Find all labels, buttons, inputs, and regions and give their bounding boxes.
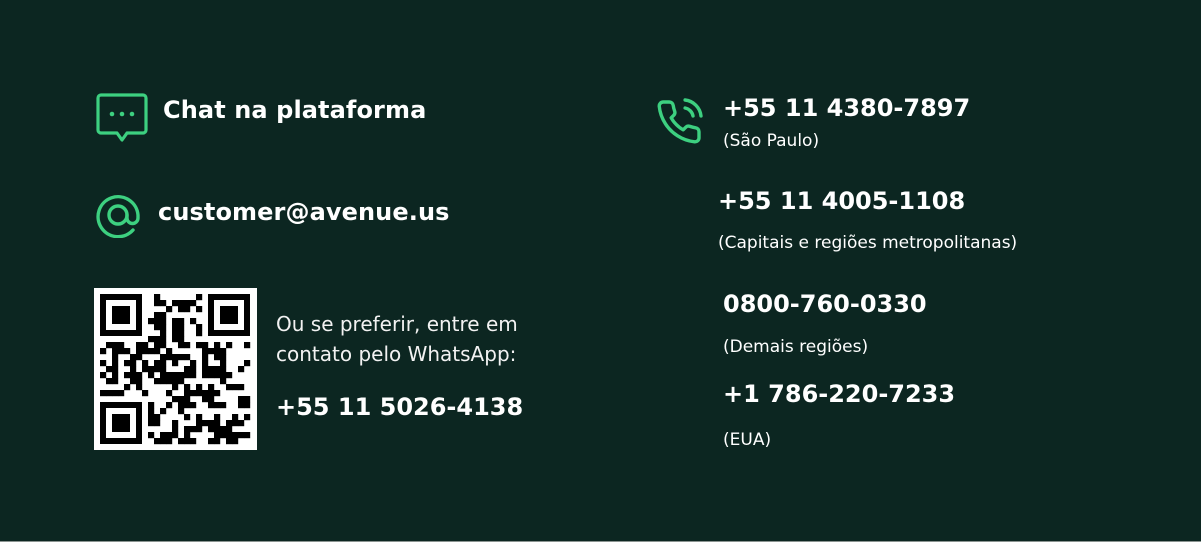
qr-code bbox=[94, 288, 257, 450]
phone-number-capitais[interactable]: +55 11 4005-1108 bbox=[718, 187, 965, 215]
whatsapp-number[interactable]: +55 11 5026-4138 bbox=[276, 393, 523, 421]
phone-icon-wrap bbox=[655, 98, 703, 146]
whatsapp-text-line-1: Ou se preferir, entre em bbox=[276, 312, 518, 336]
phone-number-demais[interactable]: 0800-760-0330 bbox=[723, 290, 927, 318]
phone-number-eua[interactable]: +1 786-220-7233 bbox=[723, 380, 955, 408]
phone-region-eua: (EUA) bbox=[723, 430, 772, 450]
qr-code-graphic bbox=[100, 294, 251, 445]
whatsapp-description: Ou se preferir, entre em contato pelo Wh… bbox=[276, 309, 518, 369]
phone-region-capitais: (Capitais e regiões metropolitanas) bbox=[718, 233, 1018, 253]
phone-call-icon bbox=[657, 98, 703, 144]
phone-number-sao-paulo[interactable]: +55 11 4380-7897 bbox=[723, 94, 970, 122]
at-sign-icon bbox=[96, 195, 140, 238]
chat-label[interactable]: Chat na plataforma bbox=[163, 96, 426, 124]
phone-region-demais: (Demais regiões) bbox=[723, 337, 869, 357]
email-link[interactable]: customer@avenue.us bbox=[158, 198, 450, 226]
whatsapp-text-line-2: contato pelo WhatsApp: bbox=[276, 342, 517, 366]
phone-region-sao-paulo: (São Paulo) bbox=[723, 131, 820, 151]
chat-row[interactable] bbox=[96, 91, 148, 143]
email-row[interactable] bbox=[95, 192, 141, 238]
chat-bubble-icon bbox=[96, 93, 148, 142]
